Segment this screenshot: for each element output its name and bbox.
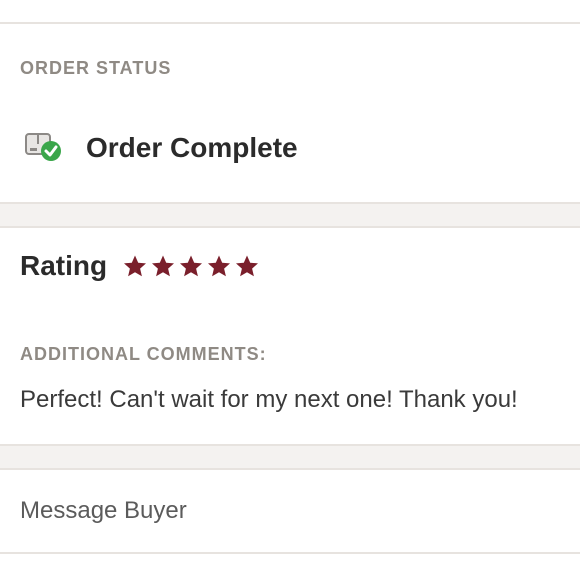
- rating-stars: [123, 254, 263, 278]
- order-status-text: Order Complete: [86, 132, 298, 163]
- message-buyer-button[interactable]: Message Buyer: [0, 470, 580, 552]
- rating-row: Rating: [20, 250, 263, 282]
- star-icon: [208, 255, 231, 277]
- additional-comments-label: ADDITIONAL COMMENTS:: [20, 344, 267, 364]
- section-gap: [0, 204, 580, 226]
- bottom-divider: [0, 552, 580, 554]
- comment-text: Perfect! Can't wait for my next one! Tha…: [20, 386, 518, 413]
- star-icon: [180, 255, 203, 277]
- package-check-icon: [24, 128, 64, 168]
- rating-section-top-divider: [0, 226, 580, 228]
- star-icon: [152, 255, 175, 277]
- section-gap: [0, 446, 580, 468]
- star-icon: [236, 255, 259, 277]
- order-status-label: ORDER STATUS: [20, 58, 172, 78]
- star-icon: [124, 255, 147, 277]
- order-status-row: Order Complete: [24, 128, 298, 168]
- rating-label: Rating: [20, 250, 108, 281]
- order-details-page: ORDER STATUS Order Complete Rating ADDIT…: [0, 0, 580, 580]
- top-divider: [0, 22, 580, 24]
